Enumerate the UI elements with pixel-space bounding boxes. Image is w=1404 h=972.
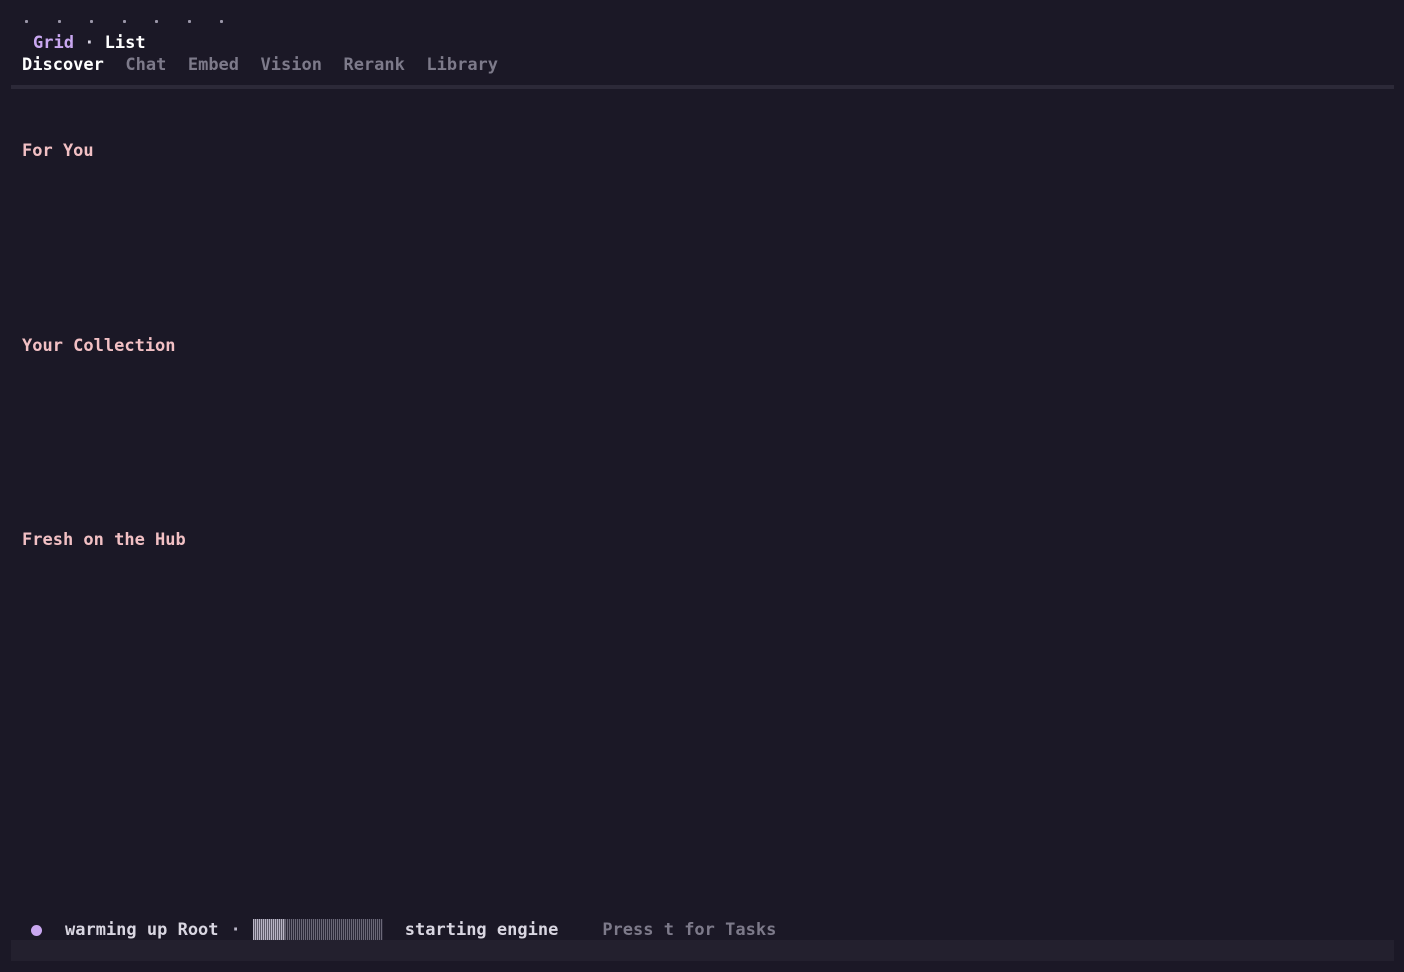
- status-bar: warming up Root · starting engine Press …: [31, 918, 776, 942]
- view-toggle-list[interactable]: List: [105, 33, 146, 53]
- tab-library[interactable]: Library: [426, 54, 498, 76]
- view-toggle: Grid · List: [33, 32, 146, 54]
- status-dot-icon: [31, 924, 42, 936]
- app-window: Grid · List Discover Chat Embed Vision R…: [0, 0, 1404, 972]
- loading-spinner: [22, 8, 250, 26]
- view-toggle-grid[interactable]: Grid: [33, 33, 74, 53]
- spinner-dot-icon: [120, 8, 153, 26]
- tab-embed[interactable]: Embed: [188, 54, 239, 76]
- progress-bar: [252, 919, 383, 941]
- status-message: warming up Root: [65, 920, 219, 940]
- spinner-dot-icon: [22, 8, 55, 26]
- command-input-bar[interactable]: [11, 940, 1394, 961]
- section-title-for-you: For You: [22, 141, 94, 161]
- section-title-your-collection: Your Collection: [22, 336, 176, 356]
- tab-discover[interactable]: Discover: [22, 54, 104, 76]
- spinner-dot-icon: [87, 8, 120, 26]
- spinner-dot-icon: [55, 8, 88, 26]
- tab-chat[interactable]: Chat: [125, 54, 166, 76]
- view-toggle-separator: ·: [73, 33, 105, 53]
- tab-rerank[interactable]: Rerank: [343, 54, 404, 76]
- tab-vision[interactable]: Vision: [261, 54, 322, 76]
- tabs-divider: [11, 85, 1394, 89]
- progress-bar-fill: [252, 919, 286, 941]
- status-step: starting engine: [404, 920, 559, 940]
- spinner-dot-icon: [152, 8, 185, 26]
- spinner-dot-icon: [185, 8, 218, 26]
- status-separator: ·: [230, 920, 241, 940]
- section-title-fresh-on-the-hub: Fresh on the Hub: [22, 530, 186, 550]
- main-tabs: Discover Chat Embed Vision Rerank Librar…: [22, 54, 520, 76]
- tasks-hint[interactable]: Press t for Tasks: [602, 918, 776, 942]
- spinner-dot-icon: [217, 8, 250, 26]
